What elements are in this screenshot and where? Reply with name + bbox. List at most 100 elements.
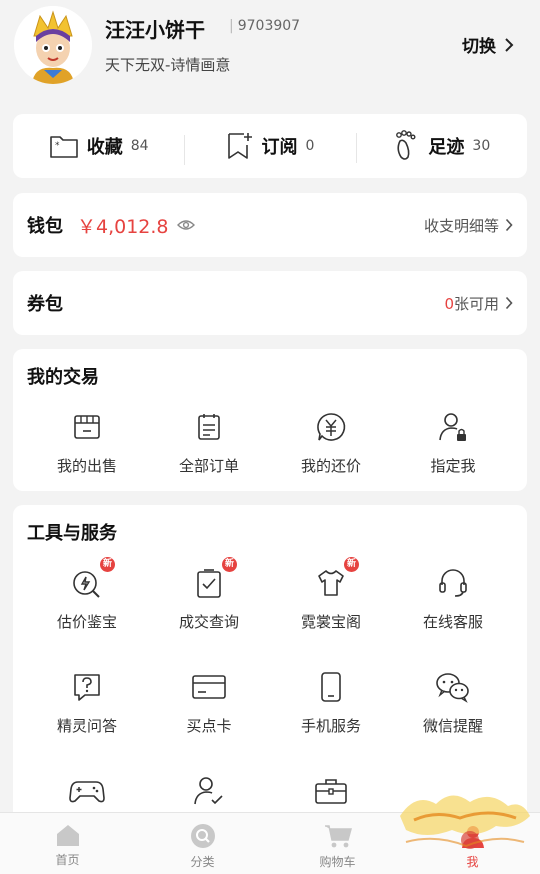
stats-card: * 收藏 84 订阅 0 足迹 30 (13, 114, 527, 178)
uid-separator: | (229, 18, 234, 34)
tab-cart[interactable]: 购物车 (270, 813, 405, 874)
order-list-icon (191, 409, 227, 445)
tool-item-label: 在线客服 (422, 613, 483, 631)
bookmark-add-icon (227, 133, 252, 159)
coupon-available: 0张可用 (444, 293, 499, 314)
coupon-count: 0 (444, 294, 454, 313)
tool-item-label: 手机服务 (300, 717, 361, 735)
user-id-value: 9703907 (237, 18, 301, 34)
new-badge: 新 (100, 557, 115, 572)
deal-query-icon: 新 (191, 557, 237, 601)
yuan-chat-icon (313, 409, 349, 445)
wallet-title: 钱包 (27, 216, 63, 237)
stat-count: 84 (130, 138, 149, 154)
tool-item-label: 买点卡 (186, 717, 232, 735)
stat-count: 0 (305, 138, 315, 154)
trade-item-my-sales[interactable]: 我的出售 (27, 409, 147, 476)
stat-label: 足迹 (428, 137, 465, 158)
username: 汪汪小饼干 (105, 18, 205, 42)
search-category-icon (190, 824, 215, 848)
briefcase-icon (313, 773, 349, 809)
tab-label: 购物车 (319, 855, 356, 869)
card-icon (191, 669, 227, 705)
user-id: | 9703907 (229, 18, 300, 34)
trade-item-label: 全部订单 (178, 457, 239, 475)
tool-item-briefcase[interactable] (271, 773, 391, 809)
svg-text:*: * (55, 141, 60, 151)
trade-title: 我的交易 (27, 367, 99, 388)
chevron-right-icon (505, 37, 514, 52)
tool-item-phone-service[interactable]: 手机服务 (271, 669, 391, 736)
tool-item-verify[interactable] (149, 773, 269, 809)
question-chat-icon (69, 669, 105, 705)
tool-item-deal-query[interactable]: 新 成交查询 (149, 557, 269, 632)
tool-item-game[interactable] (27, 773, 147, 809)
home-icon (56, 825, 79, 846)
chevron-right-icon (505, 296, 513, 310)
wallet-card[interactable]: 钱包 ￥4,012.8 收支明细等 (13, 193, 527, 257)
gamepad-icon (69, 773, 105, 809)
tool-item-appraise[interactable]: 新 估价鉴宝 (27, 557, 147, 632)
tool-item-customer-service[interactable]: 在线客服 (393, 565, 513, 632)
new-badge: 新 (344, 557, 359, 572)
tab-home[interactable]: 首页 (0, 813, 135, 874)
wechat-icon (435, 669, 471, 705)
stat-footprints[interactable]: 足迹 30 (355, 129, 527, 163)
tool-item-label: 成交查询 (178, 613, 239, 631)
trade-section: 我的交易 我的出售 全部订单 我的还价 指定我 (13, 349, 527, 491)
tab-label: 分类 (190, 855, 215, 869)
footprint-icon (396, 130, 416, 160)
tab-label: 首页 (55, 853, 80, 867)
profile-icon (461, 826, 484, 848)
headset-icon (435, 565, 471, 601)
wallet-detail-label: 收支明细等 (423, 216, 499, 235)
stat-subscriptions[interactable]: 订阅 0 (184, 131, 355, 165)
wallet-detail-link[interactable]: 收支明细等 (424, 215, 513, 236)
server-name: 天下无双-诗情画意 (105, 56, 231, 74)
cart-icon (324, 825, 352, 848)
stat-label: 收藏 (86, 137, 123, 158)
tools-title: 工具与服务 (27, 523, 117, 544)
trade-item-designated[interactable]: 指定我 (393, 409, 513, 476)
tab-me[interactable]: 我 (405, 813, 540, 874)
tool-item-point-card[interactable]: 买点卡 (149, 669, 269, 736)
tab-label: 我 (466, 855, 479, 869)
user-check-icon (191, 773, 227, 809)
phone-icon (313, 669, 349, 705)
tool-item-label: 微信提醒 (422, 717, 483, 735)
coupon-suffix: 张可用 (453, 294, 499, 313)
trade-item-label: 我的出售 (56, 457, 117, 475)
tab-category[interactable]: 分类 (135, 813, 270, 874)
avatar[interactable] (14, 6, 92, 84)
store-icon (69, 409, 105, 445)
coupon-available-link[interactable]: 0张可用 (444, 293, 513, 314)
switch-label: 切换 (462, 37, 496, 57)
wallet-amount: ￥4,012.8 (77, 215, 169, 238)
trade-item-all-orders[interactable]: 全部订单 (149, 409, 269, 476)
user-lock-icon (435, 409, 471, 445)
trade-item-label: 指定我 (430, 457, 476, 475)
tool-item-label: 精灵问答 (56, 717, 117, 735)
trade-item-label: 我的还价 (300, 457, 361, 475)
tool-item-label: 霓裳宝阁 (300, 613, 361, 631)
folder-icon: * (49, 136, 78, 158)
stat-favorites[interactable]: * 收藏 84 (13, 133, 184, 159)
avatar-image (14, 6, 92, 84)
switch-account-button[interactable]: 切换 (462, 32, 514, 57)
new-badge: 新 (222, 557, 237, 572)
tool-item-wechat-reminder[interactable]: 微信提醒 (393, 669, 513, 736)
eye-icon[interactable] (176, 219, 195, 231)
clothing-icon: 新 (313, 557, 359, 601)
coupon-card[interactable]: 券包 0张可用 (13, 271, 527, 335)
tools-section: 工具与服务 新 估价鉴宝 新 成交查询 新 霓裳宝阁 在线客服 精灵问答 买点卡… (13, 505, 527, 825)
trade-item-my-offers[interactable]: 我的还价 (271, 409, 391, 476)
stat-count: 30 (472, 138, 491, 154)
tool-item-label: 估价鉴宝 (56, 613, 117, 631)
coupon-title: 券包 (27, 294, 63, 315)
tool-item-clothing[interactable]: 新 霓裳宝阁 (271, 557, 391, 632)
tool-item-qa[interactable]: 精灵问答 (27, 669, 147, 736)
appraise-icon: 新 (69, 557, 115, 601)
chevron-right-icon (505, 218, 513, 232)
stat-label: 订阅 (261, 137, 298, 158)
profile-header: 汪汪小饼干 | 9703907 天下无双-诗情画意 切换 (0, 0, 540, 100)
